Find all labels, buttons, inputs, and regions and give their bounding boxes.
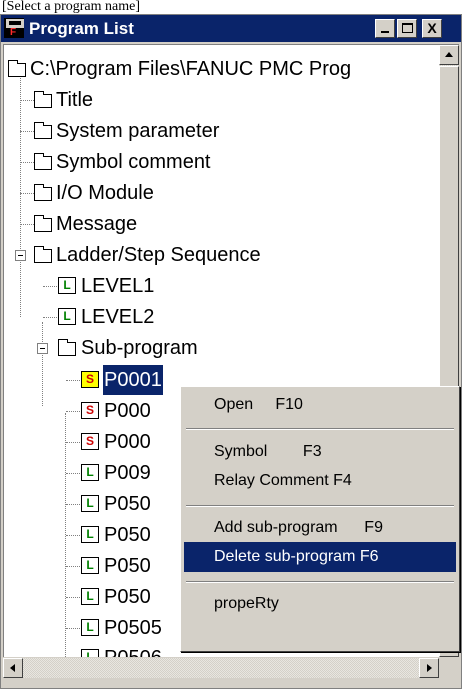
arrow-left-icon	[10, 664, 15, 672]
menu-separator	[186, 428, 454, 430]
step-sequence-icon: S	[81, 433, 99, 450]
menu-separator	[186, 581, 454, 583]
ladder-icon: L	[58, 308, 76, 325]
ladder-icon: L	[58, 277, 76, 294]
maximize-button[interactable]	[397, 19, 417, 38]
ladder-icon: L	[81, 619, 99, 636]
arrow-right-icon	[427, 664, 432, 672]
collapse-toggle[interactable]	[37, 343, 48, 354]
ladder-icon: L	[81, 649, 99, 657]
title-bar[interactable]: F Program List X	[1, 15, 461, 42]
minimize-button[interactable]	[375, 19, 395, 38]
ladder-icon: L	[81, 526, 99, 543]
scroll-right-button[interactable]	[419, 658, 439, 678]
menu-item-property[interactable]: propeRty	[184, 589, 456, 619]
arrow-up-icon	[445, 52, 453, 57]
step-sequence-icon: S	[81, 402, 99, 419]
selected-program-label: P0001	[103, 365, 163, 395]
tree-root-label: C:\Program Files\FANUC PMC Prog	[30, 58, 352, 80]
folder-icon	[34, 153, 52, 170]
ladder-icon: L	[81, 557, 99, 574]
folder-icon	[34, 91, 52, 108]
menu-item-open[interactable]: Open F10	[184, 390, 456, 420]
fanuc-app-icon: F	[4, 18, 24, 38]
maximize-icon	[402, 23, 413, 33]
menu-item-symbol[interactable]: Symbol F3	[184, 437, 456, 467]
step-sequence-icon: S	[81, 371, 99, 388]
scroll-up-button[interactable]	[439, 45, 459, 65]
folder-icon	[8, 60, 26, 77]
folder-icon	[34, 215, 52, 232]
ladder-icon: L	[81, 464, 99, 481]
ladder-icon: L	[81, 495, 99, 512]
caption-text: [Select a program name]	[0, 0, 462, 14]
menu-item-add-sub-program[interactable]: Add sub-program F9	[184, 513, 456, 543]
ladder-icon: L	[81, 588, 99, 605]
size-grip[interactable]	[439, 658, 459, 678]
close-button[interactable]: X	[422, 19, 442, 38]
folder-icon	[34, 122, 52, 139]
horizontal-scrollbar[interactable]	[3, 658, 439, 678]
folder-icon	[34, 246, 52, 263]
window-title: Program List	[29, 19, 134, 38]
context-menu: Open F10 Symbol F3 Relay Comment F4 Add …	[180, 386, 460, 652]
menu-separator	[186, 505, 454, 507]
collapse-toggle[interactable]	[15, 250, 26, 261]
minimize-icon	[381, 31, 389, 33]
folder-icon	[34, 184, 52, 201]
folder-icon	[58, 339, 76, 356]
scroll-left-button[interactable]	[3, 658, 23, 678]
menu-item-delete-sub-program[interactable]: Delete sub-program F6	[184, 542, 456, 572]
program-list-window: F Program List X C:\Program Files\FANUC …	[0, 14, 462, 689]
menu-item-relay-comment[interactable]: Relay Comment F4	[184, 466, 456, 496]
